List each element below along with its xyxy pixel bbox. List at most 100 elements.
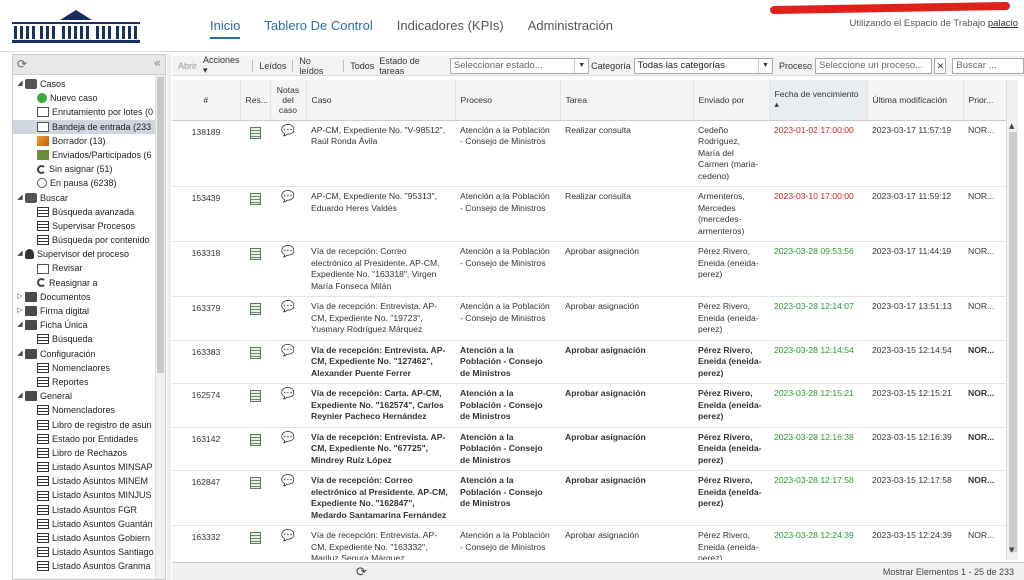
sidebar-item[interactable]: Nomencladores [13, 403, 165, 417]
collapse-icon[interactable]: ◢ [15, 247, 25, 261]
status-icon[interactable] [249, 532, 261, 544]
sidebar-item[interactable]: Libro de Rechazos [13, 446, 165, 460]
table-row[interactable]: 153439 💬 AP-CM, Expediente No. "95313", Ed… [172, 186, 1006, 242]
sidebar-item[interactable]: Listado Asuntos MINEM [13, 474, 165, 488]
col-header-number[interactable]: # [172, 80, 241, 121]
chat-bubbles-icon[interactable]: 💬 [281, 432, 295, 445]
col-header-enviado-por[interactable]: Enviado por [693, 80, 770, 121]
sidebar-item[interactable]: Borrador (13) [13, 134, 165, 148]
sidebar-item[interactable]: Listado Asuntos Granma [13, 559, 165, 573]
chat-bubbles-icon[interactable]: 💬 [281, 125, 295, 138]
sidebar-item[interactable]: Enviados/Participados (6 [13, 148, 165, 162]
chat-bubbles-icon[interactable]: 💬 [281, 388, 295, 401]
status-icon[interactable] [249, 303, 261, 315]
collapse-icon[interactable]: ◢ [15, 191, 25, 205]
sidebar-item[interactable]: Libro de registro de asun [13, 418, 165, 432]
chat-bubbles-icon[interactable]: 💬 [281, 475, 295, 488]
grid-scroll-thumb[interactable] [1009, 132, 1017, 552]
chat-bubbles-icon[interactable]: 💬 [281, 191, 295, 204]
abrir-button[interactable]: Abrir [178, 61, 197, 71]
sidebar-item[interactable]: ◢ Casos [13, 77, 165, 91]
sidebar-item[interactable]: Reportes [13, 375, 165, 389]
sidebar-scroll-thumb[interactable] [157, 77, 164, 373]
sidebar-item[interactable]: Estado por Entidades [13, 432, 165, 446]
nav-administracion[interactable]: Administración [528, 18, 613, 39]
scroll-down-icon[interactable]: ▼ [1009, 546, 1014, 554]
col-header-ultima-modificacion[interactable]: Última modificación [867, 80, 964, 121]
col-header-notes[interactable]: Notas del caso [270, 80, 307, 121]
status-icon[interactable] [249, 248, 261, 260]
table-row[interactable]: 162574 💬 Vía de recepción: Carta. AP-CM, E… [172, 383, 1006, 428]
sidebar-item[interactable]: ◢ Ficha Única [13, 318, 165, 332]
sidebar-item[interactable]: Listado Asuntos Gobiern [13, 531, 165, 545]
sidebar-item[interactable]: En pausa (6238) [13, 176, 165, 190]
collapse-icon[interactable]: ◢ [15, 347, 25, 361]
col-header-prioridad[interactable]: Prior... [963, 80, 1006, 121]
table-row[interactable]: 163383 💬 Vía de recepción: Entrevista. AP-… [172, 340, 1006, 384]
status-icon[interactable] [249, 433, 261, 446]
collapse-icon[interactable]: ◢ [15, 389, 25, 403]
chat-bubbles-icon[interactable]: 💬 [281, 301, 295, 314]
table-row[interactable]: 163332 💬 Vía de recepción: Entrevista. AP-… [172, 525, 1006, 560]
sidebar-item[interactable]: ▷ Firma digital [13, 304, 165, 318]
status-icon[interactable] [249, 126, 261, 139]
col-header-fecha-vencimiento[interactable]: Fecha de vencimiento ▴ [769, 80, 868, 121]
sidebar-scrollbar[interactable] [155, 75, 165, 579]
sidebar-item[interactable]: Bandeja de entrada (233 [13, 119, 165, 134]
sidebar-item[interactable]: Nuevo caso [13, 91, 165, 105]
sidebar-item[interactable]: Búsqueda por contenido [13, 233, 165, 247]
filter-no-leidos[interactable]: No leídos [299, 56, 337, 76]
expand-icon[interactable]: ▷ [15, 304, 25, 318]
status-icon[interactable] [249, 346, 261, 359]
sidebar-item[interactable]: Nomenclaores [13, 361, 165, 375]
table-row[interactable]: 162847 💬 Vía de recepción: Correo electrón… [172, 470, 1006, 526]
col-header-status[interactable]: Res... [240, 80, 271, 121]
col-header-caso[interactable]: Caso [306, 80, 456, 121]
grid-scrollbar[interactable]: ▲ ▼ [1006, 80, 1018, 560]
sidebar-item[interactable]: Reasignar a [13, 276, 165, 290]
sidebar-item[interactable]: ◢ Supervisor del proceso [13, 247, 165, 261]
sidebar-item[interactable]: Listado Asuntos MINSAP [13, 460, 165, 474]
sidebar-item[interactable]: ◢ Buscar [13, 191, 165, 205]
refresh-icon[interactable]: ⟳ [17, 57, 27, 71]
scroll-up-icon[interactable]: ▲ [1009, 122, 1014, 130]
categoria-select[interactable]: Todas las categorías ▼ [633, 57, 773, 74]
acciones-menu[interactable]: Acciones ▾ [203, 55, 246, 76]
sidebar-item[interactable]: Búsqueda avanzada [13, 205, 165, 219]
chat-bubbles-icon[interactable]: 💬 [281, 530, 295, 543]
col-header-tarea[interactable]: Tarea [560, 80, 694, 121]
expand-icon[interactable]: ▷ [15, 290, 25, 304]
table-row[interactable]: 163379 💬 Vía de recepción: Entrevista. AP-… [172, 296, 1006, 341]
filter-leidos[interactable]: Leídos [259, 61, 286, 71]
sidebar-item[interactable]: Búsqueda [13, 332, 165, 346]
sidebar-item[interactable]: Listado Asuntos FGR [13, 503, 165, 517]
workspace-link[interactable]: palacio [988, 18, 1018, 29]
estado-select[interactable]: Seleccionar estado... ▼ [449, 57, 590, 74]
sidebar-item[interactable]: Enrutamiento por lotes (0 [13, 105, 165, 119]
filter-todos[interactable]: Todos [350, 61, 374, 71]
refresh-icon[interactable]: ⟳ [356, 564, 367, 580]
nav-indicadores[interactable]: Indicadores (KPIs) [397, 18, 504, 39]
status-icon[interactable] [249, 193, 261, 205]
chat-bubbles-icon[interactable]: 💬 [281, 345, 295, 358]
col-header-proceso[interactable]: Proceso [455, 80, 561, 121]
status-icon[interactable] [249, 390, 261, 402]
status-icon[interactable] [249, 477, 261, 489]
sidebar-item[interactable]: ▷ Documentos [13, 290, 165, 304]
sidebar-item[interactable]: Sin asignar (51) [13, 162, 165, 176]
table-row[interactable]: 163142 💬 Vía de recepción: Entrevista. AP-… [172, 427, 1006, 471]
collapse-icon[interactable]: ◢ [15, 77, 25, 91]
sidebar-item[interactable]: ◢ Configuración [13, 347, 165, 361]
collapse-sidebar-icon[interactable]: « [154, 56, 161, 70]
table-row[interactable]: 163318 💬 Vía de recepción: Correo electrón… [172, 241, 1006, 297]
clear-proceso-icon[interactable]: ✕ [934, 57, 947, 74]
nav-tablero-de-control[interactable]: Tablero De Control [264, 18, 372, 39]
table-row[interactable]: 138189 💬 AP-CM, Expediente No. "V-98512", … [172, 120, 1006, 187]
nav-inicio[interactable]: Inicio [210, 18, 241, 39]
sidebar-item[interactable]: ◢ General [13, 389, 165, 403]
chat-bubbles-icon[interactable]: 💬 [281, 246, 295, 259]
sidebar-item[interactable]: Listado Asuntos Santiago [13, 545, 165, 559]
sidebar-item[interactable]: Listado Asuntos MINJUS [13, 488, 165, 502]
sidebar-item[interactable]: Revisar [13, 261, 165, 275]
sidebar-item[interactable]: Supervisar Procesos [13, 219, 165, 233]
